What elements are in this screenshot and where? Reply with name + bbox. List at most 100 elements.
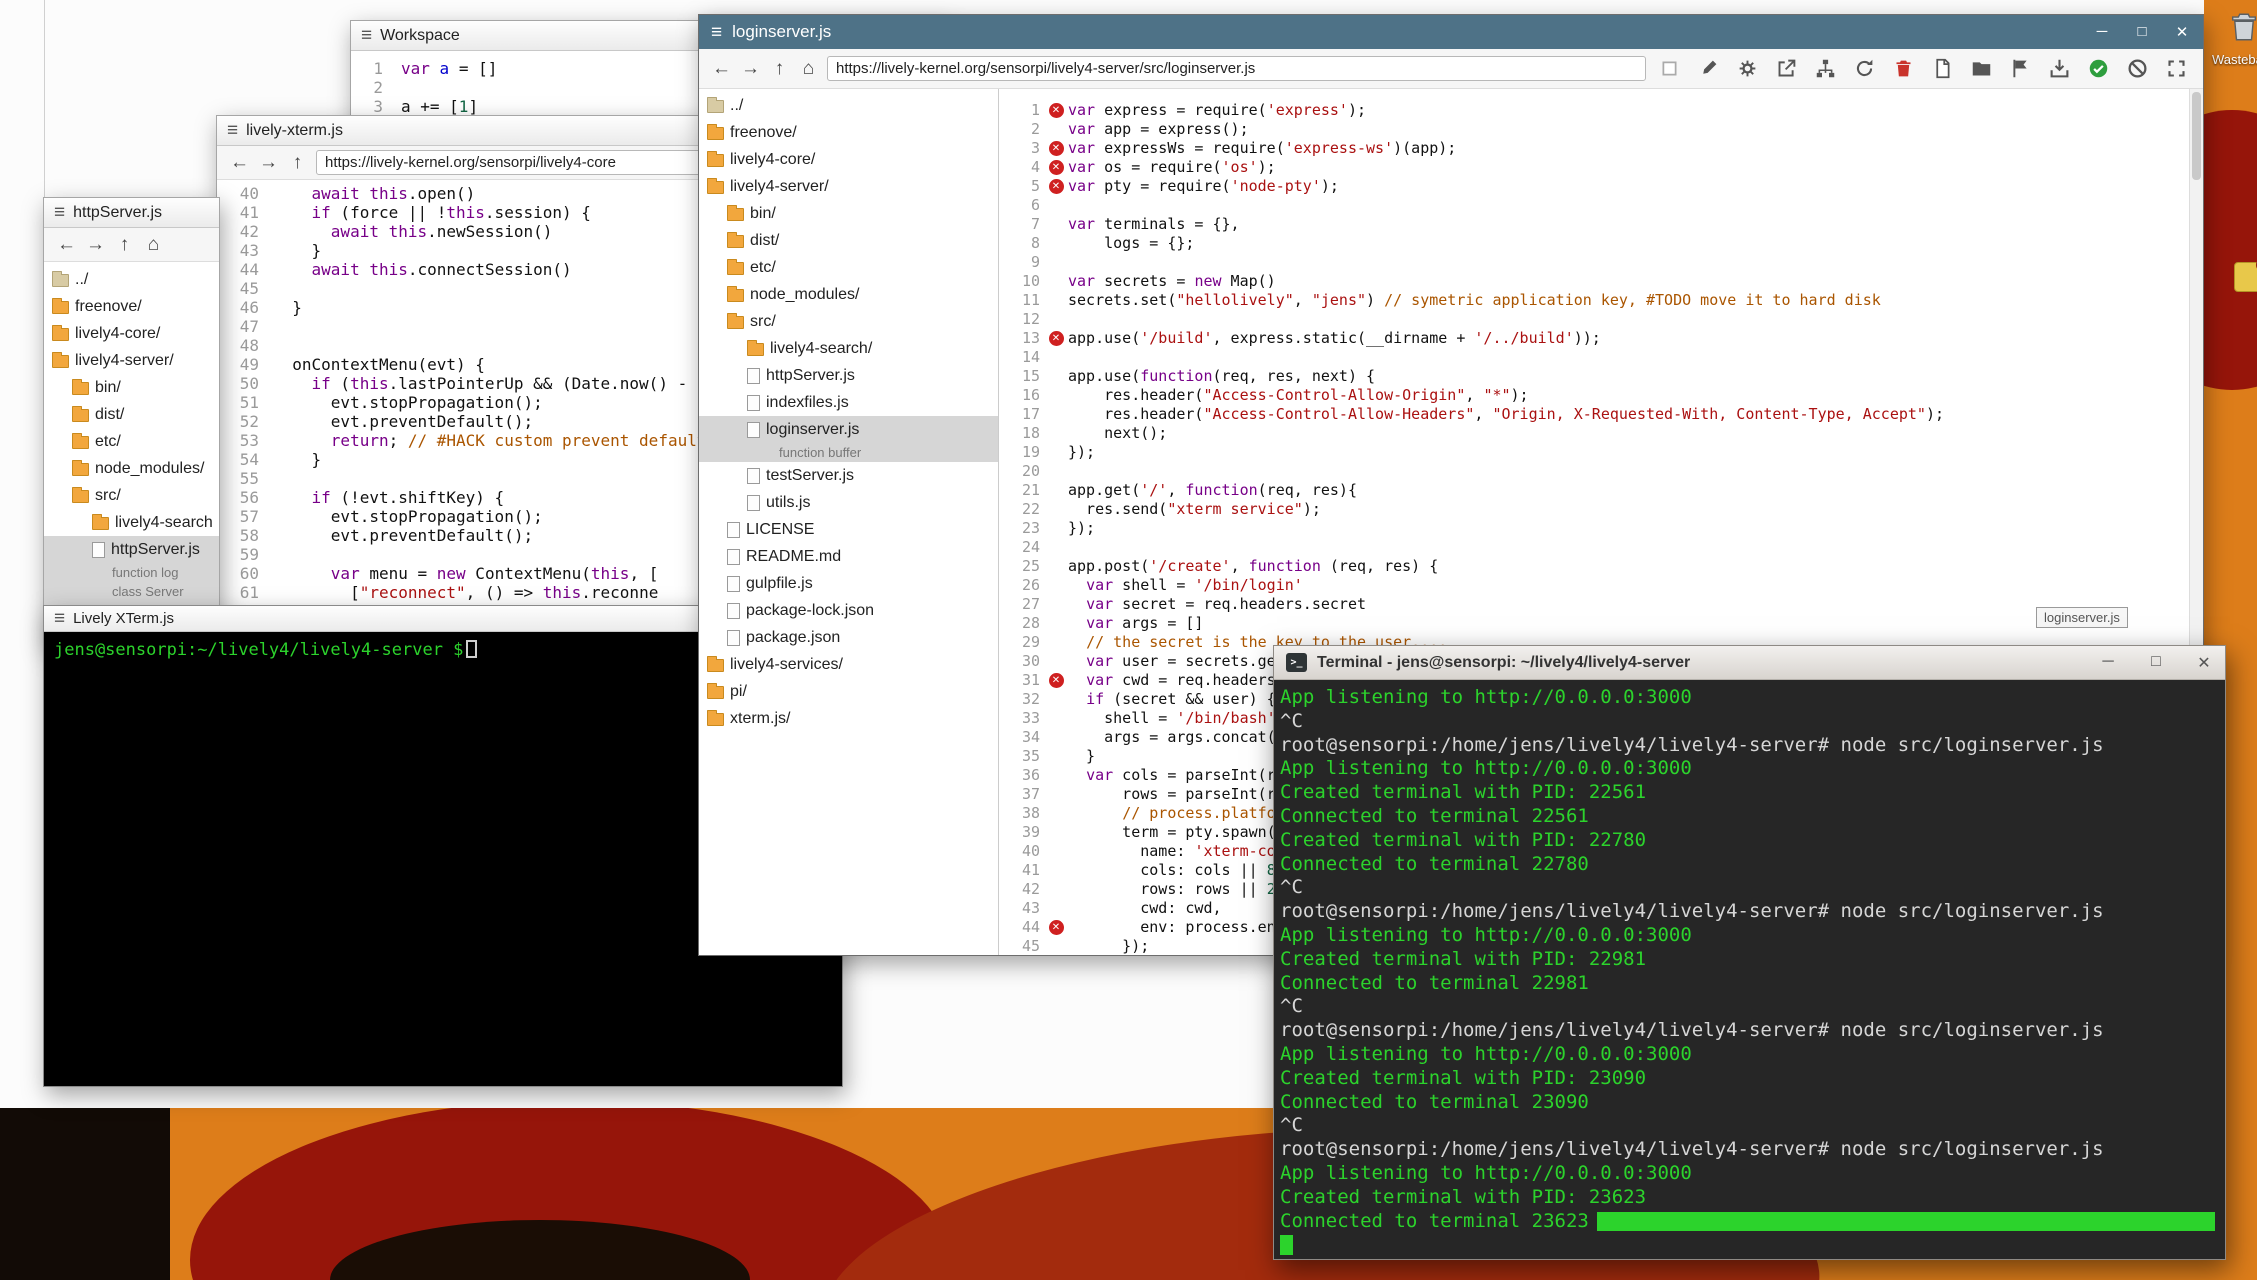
- scrollbar-thumb[interactable]: [2192, 92, 2201, 180]
- tree-item-lively4-search[interactable]: lively4-search: [44, 509, 219, 536]
- code-line-3[interactable]: 3✕var expressWs = require('express-ws')(…: [1000, 139, 2189, 158]
- terminal-output[interactable]: App listening to http://0.0.0.0:3000^Cro…: [1274, 680, 2225, 1259]
- code-line-27[interactable]: 27 var secret = req.headers.secret: [1000, 595, 2189, 614]
- tree-item-class-server[interactable]: class Server: [44, 582, 219, 601]
- loginserver-titlebar[interactable]: ≡ loginserver.js ─□✕: [699, 15, 2203, 49]
- code-line-2[interactable]: 2var app = express();: [1000, 120, 2189, 139]
- forward-icon[interactable]: →: [736, 55, 765, 82]
- code-line-8[interactable]: 8 logs = {};: [1000, 234, 2189, 253]
- notes-desktop-icon[interactable]: [2218, 262, 2257, 292]
- tree-item-etc[interactable]: etc/: [44, 428, 219, 455]
- code-line-5[interactable]: 5✕var pty = require('node-pty');: [1000, 177, 2189, 196]
- tree-item-src[interactable]: src/: [699, 308, 998, 335]
- tree-item-package-json[interactable]: package.json: [699, 624, 998, 651]
- save-icon[interactable]: [2046, 56, 2072, 82]
- trash-icon[interactable]: [1890, 56, 1916, 82]
- tree-item-xterm-js[interactable]: xterm.js/: [699, 705, 998, 732]
- code-line-10[interactable]: 10var secrets = new Map(): [1000, 272, 2189, 291]
- code-line-17[interactable]: 17 res.header("Access-Control-Allow-Head…: [1000, 405, 2189, 424]
- tree-item-lively4-server[interactable]: lively4-server/: [699, 173, 998, 200]
- code-line-21[interactable]: 21app.get('/', function(req, res){: [1000, 481, 2189, 500]
- code-line-11[interactable]: 11secrets.set("hellolively", "jens") // …: [1000, 291, 2189, 310]
- maximize-button[interactable]: □: [2133, 23, 2151, 41]
- forward-icon[interactable]: →: [81, 231, 110, 258]
- tree-item-src[interactable]: src/: [44, 482, 219, 509]
- code-line-15[interactable]: 15app.use(function(req, res, next) {: [1000, 367, 2189, 386]
- code-line-6[interactable]: 6: [1000, 196, 2189, 215]
- up-icon[interactable]: ↑: [283, 149, 312, 176]
- code-line-12[interactable]: 12: [1000, 310, 2189, 329]
- select-icon[interactable]: [1656, 56, 1682, 82]
- tree-item-bin[interactable]: bin/: [44, 374, 219, 401]
- tree-item-lively4-search[interactable]: lively4-search/: [699, 335, 998, 362]
- code-line-14[interactable]: 14: [1000, 348, 2189, 367]
- tree-item-node-modules[interactable]: node_modules/: [699, 281, 998, 308]
- gears-icon[interactable]: [1734, 56, 1760, 82]
- sitemap-icon[interactable]: [1812, 56, 1838, 82]
- tree-item-node-modules[interactable]: node_modules/: [44, 455, 219, 482]
- code-line-7[interactable]: 7var terminals = {},: [1000, 215, 2189, 234]
- up-icon[interactable]: ↑: [110, 231, 139, 258]
- wastebasket-desktop-icon[interactable]: Wastebasket: [2212, 10, 2257, 67]
- tree-item-readme-md[interactable]: README.md: [699, 543, 998, 570]
- back-icon[interactable]: ←: [225, 149, 254, 176]
- minimize-button[interactable]: ─: [2099, 653, 2117, 673]
- code-line-4[interactable]: 4✕var os = require('os');: [1000, 158, 2189, 177]
- tree-item-package-lock-json[interactable]: package-lock.json: [699, 597, 998, 624]
- tree-item-loginserver-js[interactable]: loginserver.js: [699, 416, 998, 443]
- tree-item-lively4-core[interactable]: lively4-core/: [44, 320, 219, 347]
- terminal-titlebar[interactable]: >_ Terminal - jens@sensorpi: ~/lively4/l…: [1274, 646, 2225, 680]
- menu-icon[interactable]: ≡: [361, 26, 372, 45]
- tree-item-testserver-js[interactable]: testServer.js: [699, 462, 998, 489]
- menu-icon[interactable]: ≡: [711, 23, 722, 42]
- close-button[interactable]: ✕: [2173, 23, 2191, 41]
- code-line-9[interactable]: 9: [1000, 253, 2189, 272]
- back-icon[interactable]: ←: [52, 231, 81, 258]
- brush-icon[interactable]: [1695, 56, 1721, 82]
- tree-item-lively4-server[interactable]: lively4-server/: [44, 347, 219, 374]
- tree-item-[interactable]: ../: [699, 92, 998, 119]
- flag-icon[interactable]: [2007, 56, 2033, 82]
- tree-item-etc[interactable]: etc/: [699, 254, 998, 281]
- tree-item-utils-js[interactable]: utils.js: [699, 489, 998, 516]
- forward-icon[interactable]: →: [254, 149, 283, 176]
- code-line-20[interactable]: 20: [1000, 462, 2189, 481]
- httpserver-titlebar[interactable]: ≡ httpServer.js: [44, 198, 219, 228]
- home-icon[interactable]: ⌂: [794, 55, 823, 82]
- tree-item-indexfiles-js[interactable]: indexfiles.js: [699, 389, 998, 416]
- minimize-button[interactable]: ─: [2093, 23, 2111, 41]
- tree-item-bin[interactable]: bin/: [699, 200, 998, 227]
- code-line-18[interactable]: 18 next();: [1000, 424, 2189, 443]
- code-line-16[interactable]: 16 res.header("Access-Control-Allow-Orig…: [1000, 386, 2189, 405]
- code-line-22[interactable]: 22 res.send("xterm service");: [1000, 500, 2189, 519]
- fullscreen-icon[interactable]: [2163, 56, 2189, 82]
- tree-item-httpserver-js[interactable]: httpServer.js: [699, 362, 998, 389]
- code-line-28[interactable]: 28 var args = []: [1000, 614, 2189, 633]
- home-icon[interactable]: ⌂: [139, 231, 168, 258]
- menu-icon[interactable]: ≡: [54, 609, 65, 628]
- refresh-icon[interactable]: [1851, 56, 1877, 82]
- tree-item-httpserver-js[interactable]: httpServer.js: [44, 536, 219, 563]
- tree-item-function-log[interactable]: function log: [44, 563, 219, 582]
- code-line-13[interactable]: 13✕app.use('/build', express.static(__di…: [1000, 329, 2189, 348]
- tree-item-license[interactable]: LICENSE: [699, 516, 998, 543]
- folder-icon[interactable]: [1968, 56, 1994, 82]
- tree-item-lively4-services[interactable]: lively4-services/: [699, 651, 998, 678]
- url-input[interactable]: https://lively-kernel.org/sensorpi/livel…: [827, 56, 1646, 81]
- maximize-button[interactable]: □: [2147, 653, 2165, 673]
- tree-item-gulpfile-js[interactable]: gulpfile.js: [699, 570, 998, 597]
- code-line-23[interactable]: 23});: [1000, 519, 2189, 538]
- code-line-26[interactable]: 26 var shell = '/bin/login': [1000, 576, 2189, 595]
- code-line-24[interactable]: 24: [1000, 538, 2189, 557]
- tree-item-pi[interactable]: pi/: [699, 678, 998, 705]
- close-button[interactable]: ✕: [2195, 653, 2213, 673]
- menu-icon[interactable]: ≡: [227, 121, 238, 140]
- menu-icon[interactable]: ≡: [54, 203, 65, 222]
- tree-item-dist[interactable]: dist/: [44, 401, 219, 428]
- forbid-icon[interactable]: [2124, 56, 2150, 82]
- tree-item-[interactable]: ../: [44, 266, 219, 293]
- new-file-icon[interactable]: [1929, 56, 1955, 82]
- up-icon[interactable]: ↑: [765, 55, 794, 82]
- code-line-25[interactable]: 25app.post('/create', function (req, res…: [1000, 557, 2189, 576]
- tree-item-lively4-core[interactable]: lively4-core/: [699, 146, 998, 173]
